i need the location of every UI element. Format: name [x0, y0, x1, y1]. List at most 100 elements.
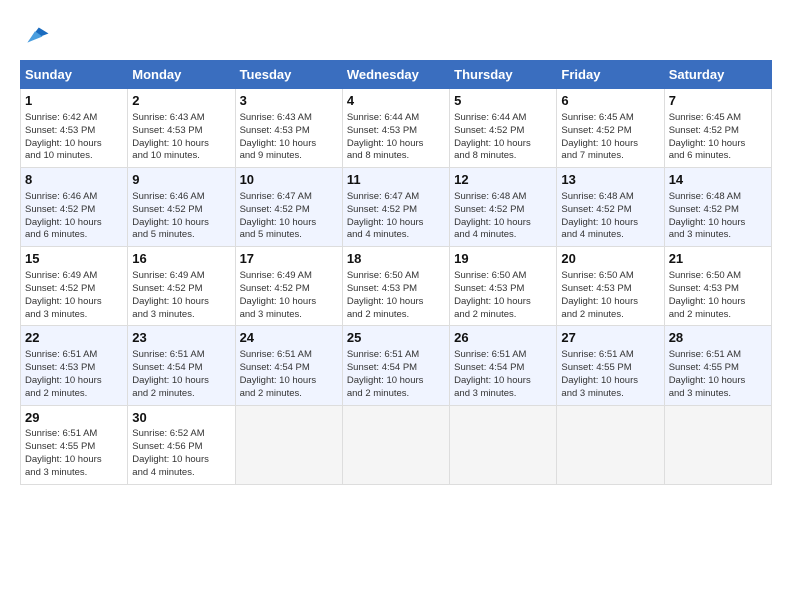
- calendar-cell: 20Sunrise: 6:50 AM Sunset: 4:53 PM Dayli…: [557, 247, 664, 326]
- calendar-header-row: SundayMondayTuesdayWednesdayThursdayFrid…: [21, 61, 772, 89]
- calendar-table: SundayMondayTuesdayWednesdayThursdayFrid…: [20, 60, 772, 485]
- day-info: Sunrise: 6:43 AM Sunset: 4:53 PM Dayligh…: [240, 112, 338, 163]
- calendar-cell: 9 Sunrise: 6:46 AM Sunset: 4:52 PM Daylig…: [128, 168, 235, 247]
- calendar-cell: 12 Sunrise: 6:48 AM Sunset: 4:52 PM Dayli…: [450, 168, 557, 247]
- col-header-tuesday: Tuesday: [235, 61, 342, 89]
- day-number: 1: [25, 93, 123, 110]
- calendar-cell: 10 Sunrise: 6:47 AM Sunset: 4:52 PM Dayli…: [235, 168, 342, 247]
- day-info: Sunrise: 6:48 AM Sunset: 4:52 PM Dayligh…: [669, 191, 767, 242]
- day-number: 19: [454, 251, 552, 268]
- day-number: 11: [347, 172, 445, 189]
- day-number: 15: [25, 251, 123, 268]
- calendar-cell: [235, 405, 342, 484]
- logo-icon: [20, 20, 50, 50]
- day-info: Sunrise: 6:47 AM Sunset: 4:52 PM Dayligh…: [347, 191, 445, 242]
- calendar-cell: 5 Sunrise: 6:44 AM Sunset: 4:52 PM Daylig…: [450, 89, 557, 168]
- day-number: 7: [669, 93, 767, 110]
- calendar-cell: 1 Sunrise: 6:42 AM Sunset: 4:53 PM Daylig…: [21, 89, 128, 168]
- day-info: Sunrise: 6:50 AM Sunset: 4:53 PM Dayligh…: [454, 270, 552, 321]
- day-info: Sunrise: 6:51 AM Sunset: 4:54 PM Dayligh…: [240, 349, 338, 400]
- day-info: Sunrise: 6:46 AM Sunset: 4:52 PM Dayligh…: [132, 191, 230, 242]
- calendar-cell: 29Sunrise: 6:51 AM Sunset: 4:55 PM Dayli…: [21, 405, 128, 484]
- day-info: Sunrise: 6:49 AM Sunset: 4:52 PM Dayligh…: [132, 270, 230, 321]
- calendar-cell: 4 Sunrise: 6:44 AM Sunset: 4:53 PM Daylig…: [342, 89, 449, 168]
- calendar-cell: [557, 405, 664, 484]
- day-number: 10: [240, 172, 338, 189]
- day-info: Sunrise: 6:51 AM Sunset: 4:55 PM Dayligh…: [25, 428, 123, 479]
- calendar-week-row: 29Sunrise: 6:51 AM Sunset: 4:55 PM Dayli…: [21, 405, 772, 484]
- day-info: Sunrise: 6:48 AM Sunset: 4:52 PM Dayligh…: [454, 191, 552, 242]
- calendar-cell: 23 Sunrise: 6:51 AM Sunset: 4:54 PM Dayli…: [128, 326, 235, 405]
- day-info: Sunrise: 6:51 AM Sunset: 4:54 PM Dayligh…: [132, 349, 230, 400]
- calendar-cell: 3 Sunrise: 6:43 AM Sunset: 4:53 PM Daylig…: [235, 89, 342, 168]
- calendar-cell: 7 Sunrise: 6:45 AM Sunset: 4:52 PM Daylig…: [664, 89, 771, 168]
- day-info: Sunrise: 6:44 AM Sunset: 4:52 PM Dayligh…: [454, 112, 552, 163]
- calendar-cell: 15 Sunrise: 6:49 AM Sunset: 4:52 PM Dayli…: [21, 247, 128, 326]
- day-number: 21: [669, 251, 767, 268]
- calendar-cell: 16 Sunrise: 6:49 AM Sunset: 4:52 PM Dayli…: [128, 247, 235, 326]
- day-number: 5: [454, 93, 552, 110]
- col-header-wednesday: Wednesday: [342, 61, 449, 89]
- day-info: Sunrise: 6:44 AM Sunset: 4:53 PM Dayligh…: [347, 112, 445, 163]
- calendar-cell: 19 Sunrise: 6:50 AM Sunset: 4:53 PM Dayli…: [450, 247, 557, 326]
- day-number: 22: [25, 330, 123, 347]
- day-number: 13: [561, 172, 659, 189]
- day-number: 29: [25, 410, 123, 427]
- calendar-cell: 27Sunrise: 6:51 AM Sunset: 4:55 PM Dayli…: [557, 326, 664, 405]
- calendar-cell: 26 Sunrise: 6:51 AM Sunset: 4:54 PM Dayli…: [450, 326, 557, 405]
- calendar-week-row: 8 Sunrise: 6:46 AM Sunset: 4:52 PM Daylig…: [21, 168, 772, 247]
- day-info: Sunrise: 6:50 AM Sunset: 4:53 PM Dayligh…: [347, 270, 445, 321]
- logo: [20, 20, 54, 50]
- day-info: Sunrise: 6:46 AM Sunset: 4:52 PM Dayligh…: [25, 191, 123, 242]
- day-number: 16: [132, 251, 230, 268]
- calendar-cell: 24 Sunrise: 6:51 AM Sunset: 4:54 PM Dayli…: [235, 326, 342, 405]
- day-info: Sunrise: 6:43 AM Sunset: 4:53 PM Dayligh…: [132, 112, 230, 163]
- day-info: Sunrise: 6:51 AM Sunset: 4:53 PM Dayligh…: [25, 349, 123, 400]
- calendar-cell: 14 Sunrise: 6:48 AM Sunset: 4:52 PM Dayli…: [664, 168, 771, 247]
- day-number: 17: [240, 251, 338, 268]
- col-header-friday: Friday: [557, 61, 664, 89]
- calendar-cell: 21 Sunrise: 6:50 AM Sunset: 4:53 PM Dayli…: [664, 247, 771, 326]
- calendar-cell: 6 Sunrise: 6:45 AM Sunset: 4:52 PM Daylig…: [557, 89, 664, 168]
- col-header-sunday: Sunday: [21, 61, 128, 89]
- calendar-week-row: 1 Sunrise: 6:42 AM Sunset: 4:53 PM Daylig…: [21, 89, 772, 168]
- day-number: 8: [25, 172, 123, 189]
- header: [20, 20, 772, 50]
- day-info: Sunrise: 6:52 AM Sunset: 4:56 PM Dayligh…: [132, 428, 230, 479]
- calendar-cell: 30Sunrise: 6:52 AM Sunset: 4:56 PM Dayli…: [128, 405, 235, 484]
- col-header-thursday: Thursday: [450, 61, 557, 89]
- calendar-cell: [450, 405, 557, 484]
- calendar-cell: 17Sunrise: 6:49 AM Sunset: 4:52 PM Dayli…: [235, 247, 342, 326]
- day-number: 12: [454, 172, 552, 189]
- day-info: Sunrise: 6:42 AM Sunset: 4:53 PM Dayligh…: [25, 112, 123, 163]
- day-number: 27: [561, 330, 659, 347]
- calendar-cell: 8 Sunrise: 6:46 AM Sunset: 4:52 PM Daylig…: [21, 168, 128, 247]
- day-number: 9: [132, 172, 230, 189]
- day-number: 4: [347, 93, 445, 110]
- day-number: 6: [561, 93, 659, 110]
- day-info: Sunrise: 6:50 AM Sunset: 4:53 PM Dayligh…: [669, 270, 767, 321]
- day-number: 24: [240, 330, 338, 347]
- day-info: Sunrise: 6:49 AM Sunset: 4:52 PM Dayligh…: [25, 270, 123, 321]
- calendar-cell: [664, 405, 771, 484]
- day-info: Sunrise: 6:45 AM Sunset: 4:52 PM Dayligh…: [561, 112, 659, 163]
- day-number: 23: [132, 330, 230, 347]
- day-info: Sunrise: 6:45 AM Sunset: 4:52 PM Dayligh…: [669, 112, 767, 163]
- day-number: 26: [454, 330, 552, 347]
- calendar-week-row: 15 Sunrise: 6:49 AM Sunset: 4:52 PM Dayli…: [21, 247, 772, 326]
- day-number: 28: [669, 330, 767, 347]
- day-number: 30: [132, 410, 230, 427]
- day-info: Sunrise: 6:47 AM Sunset: 4:52 PM Dayligh…: [240, 191, 338, 242]
- calendar-cell: 22 Sunrise: 6:51 AM Sunset: 4:53 PM Dayli…: [21, 326, 128, 405]
- calendar-cell: 28 Sunrise: 6:51 AM Sunset: 4:55 PM Dayli…: [664, 326, 771, 405]
- day-info: Sunrise: 6:51 AM Sunset: 4:55 PM Dayligh…: [669, 349, 767, 400]
- day-number: 3: [240, 93, 338, 110]
- calendar-week-row: 22 Sunrise: 6:51 AM Sunset: 4:53 PM Dayli…: [21, 326, 772, 405]
- day-number: 2: [132, 93, 230, 110]
- day-info: Sunrise: 6:51 AM Sunset: 4:54 PM Dayligh…: [454, 349, 552, 400]
- calendar-cell: 25Sunrise: 6:51 AM Sunset: 4:54 PM Dayli…: [342, 326, 449, 405]
- calendar-cell: 18Sunrise: 6:50 AM Sunset: 4:53 PM Dayli…: [342, 247, 449, 326]
- day-number: 14: [669, 172, 767, 189]
- calendar-cell: 2 Sunrise: 6:43 AM Sunset: 4:53 PM Daylig…: [128, 89, 235, 168]
- day-number: 25: [347, 330, 445, 347]
